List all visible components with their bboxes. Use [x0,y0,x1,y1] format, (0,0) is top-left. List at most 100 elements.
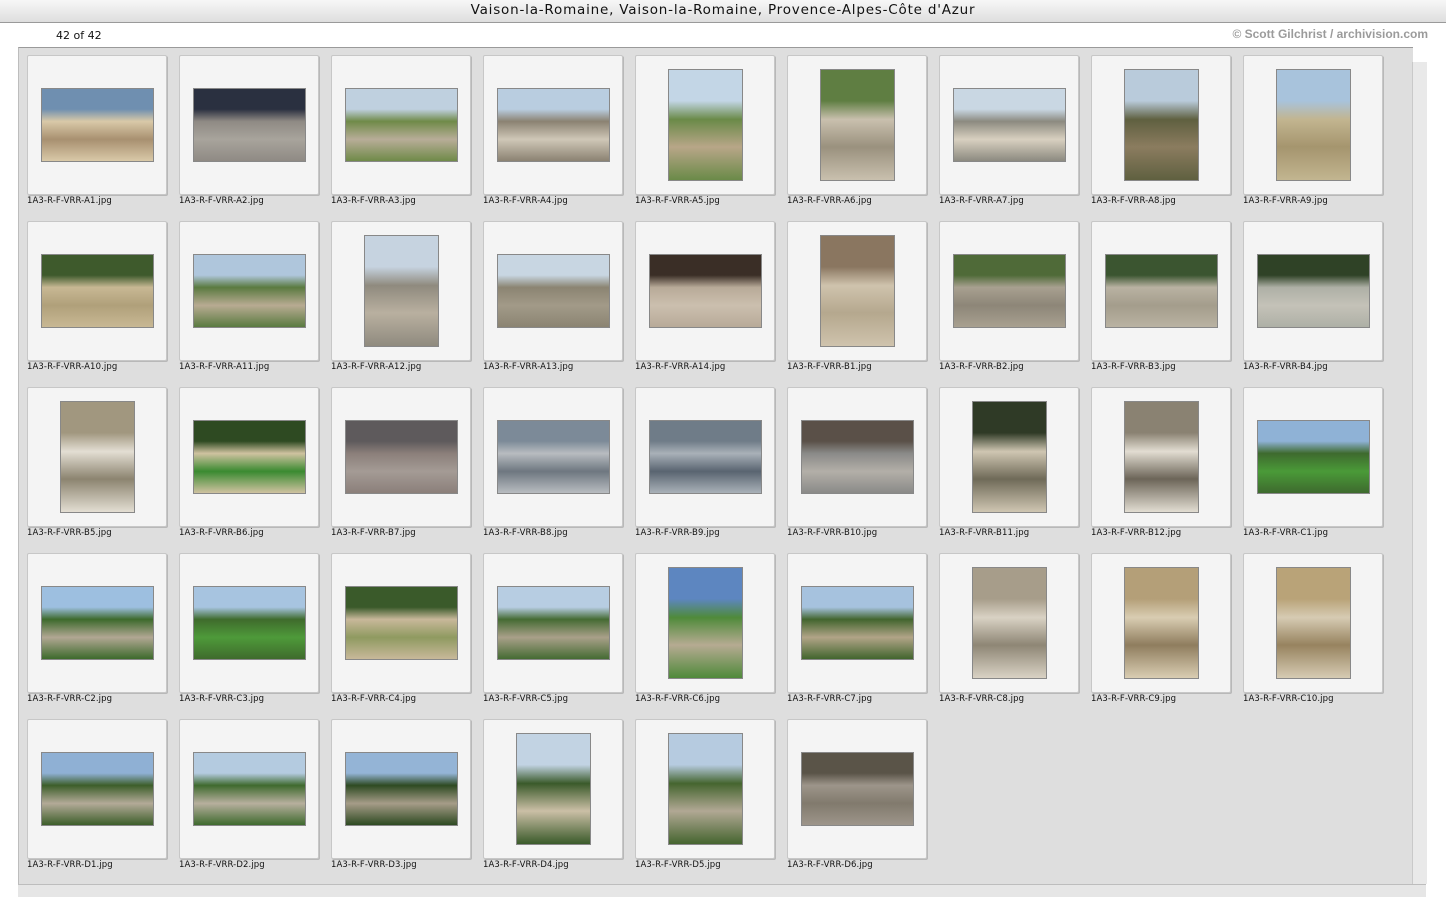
slide-mount[interactable] [635,719,775,859]
thumbnail-item[interactable]: 1A3-R-F-VRR-A12.jpg [331,221,483,387]
slide-mount[interactable] [483,221,623,361]
thumbnail-item[interactable]: 1A3-R-F-VRR-D6.jpg [787,719,939,885]
thumbnail-image[interactable] [41,586,154,660]
slide-mount[interactable] [787,553,927,693]
slide-mount[interactable] [635,221,775,361]
thumbnail-image[interactable] [820,69,895,181]
thumbnail-item[interactable]: 1A3-R-F-VRR-D4.jpg [483,719,635,885]
slide-mount[interactable] [27,221,167,361]
thumbnail-item[interactable]: 1A3-R-F-VRR-B1.jpg [787,221,939,387]
thumbnail-item[interactable]: 1A3-R-F-VRR-C2.jpg [27,553,179,719]
thumbnail-item[interactable]: 1A3-R-F-VRR-C7.jpg [787,553,939,719]
thumbnail-image[interactable] [364,235,439,347]
thumbnail-image[interactable] [972,401,1047,513]
slide-mount[interactable] [1091,387,1231,527]
slide-mount[interactable] [939,387,1079,527]
slide-mount[interactable] [483,55,623,195]
thumbnail-image[interactable] [497,420,610,494]
thumbnail-item[interactable]: 1A3-R-F-VRR-B5.jpg [27,387,179,553]
thumbnail-image[interactable] [41,752,154,826]
thumbnail-item[interactable]: 1A3-R-F-VRR-B4.jpg [1243,221,1395,387]
thumbnail-image[interactable] [1124,69,1199,181]
slide-mount[interactable] [1243,221,1383,361]
thumbnail-item[interactable]: 1A3-R-F-VRR-D5.jpg [635,719,787,885]
slide-mount[interactable] [635,553,775,693]
slide-mount[interactable] [787,55,927,195]
slide-mount[interactable] [331,387,471,527]
thumbnail-item[interactable]: 1A3-R-F-VRR-C3.jpg [179,553,331,719]
slide-mount[interactable] [179,553,319,693]
thumbnail-item[interactable]: 1A3-R-F-VRR-C9.jpg [1091,553,1243,719]
thumbnail-item[interactable]: 1A3-R-F-VRR-A6.jpg [787,55,939,221]
slide-mount[interactable] [179,221,319,361]
thumbnail-image[interactable] [345,420,458,494]
thumbnail-item[interactable]: 1A3-R-F-VRR-B10.jpg [787,387,939,553]
thumbnail-item[interactable]: 1A3-R-F-VRR-D3.jpg [331,719,483,885]
thumbnail-image[interactable] [1124,567,1199,679]
thumbnail-item[interactable]: 1A3-R-F-VRR-C1.jpg [1243,387,1395,553]
thumbnail-image[interactable] [1276,69,1351,181]
thumbnail-image[interactable] [345,88,458,162]
slide-mount[interactable] [787,719,927,859]
thumbnail-image[interactable] [497,88,610,162]
slide-mount[interactable] [939,55,1079,195]
slide-mount[interactable] [483,553,623,693]
thumbnail-item[interactable]: 1A3-R-F-VRR-C5.jpg [483,553,635,719]
thumbnail-image[interactable] [649,420,762,494]
thumbnail-image[interactable] [953,88,1066,162]
slide-mount[interactable] [179,387,319,527]
thumbnail-item[interactable]: 1A3-R-F-VRR-A4.jpg [483,55,635,221]
thumbnail-image[interactable] [193,586,306,660]
thumbnail-image[interactable] [193,752,306,826]
thumbnail-item[interactable]: 1A3-R-F-VRR-B12.jpg [1091,387,1243,553]
slide-mount[interactable] [635,387,775,527]
thumbnail-item[interactable]: 1A3-R-F-VRR-B3.jpg [1091,221,1243,387]
thumbnail-image[interactable] [345,586,458,660]
thumbnail-item[interactable]: 1A3-R-F-VRR-C8.jpg [939,553,1091,719]
slide-mount[interactable] [1091,55,1231,195]
thumbnail-item[interactable]: 1A3-R-F-VRR-A10.jpg [27,221,179,387]
thumbnail-item[interactable]: 1A3-R-F-VRR-A9.jpg [1243,55,1395,221]
thumbnail-item[interactable]: 1A3-R-F-VRR-A8.jpg [1091,55,1243,221]
thumbnail-item[interactable]: 1A3-R-F-VRR-A14.jpg [635,221,787,387]
thumbnail-image[interactable] [801,420,914,494]
thumbnail-image[interactable] [972,567,1047,679]
thumbnail-image[interactable] [193,420,306,494]
thumbnail-image[interactable] [516,733,591,845]
slide-mount[interactable] [635,55,775,195]
thumbnail-image[interactable] [1257,254,1370,328]
thumbnail-item[interactable]: 1A3-R-F-VRR-B8.jpg [483,387,635,553]
thumbnail-image[interactable] [193,88,306,162]
thumbnail-image[interactable] [497,586,610,660]
thumbnail-item[interactable]: 1A3-R-F-VRR-D1.jpg [27,719,179,885]
horizontal-scrollbar[interactable] [18,884,1426,897]
thumbnail-image[interactable] [1124,401,1199,513]
slide-mount[interactable] [179,719,319,859]
thumbnail-image[interactable] [820,235,895,347]
thumbnail-item[interactable]: 1A3-R-F-VRR-A3.jpg [331,55,483,221]
thumbnail-item[interactable]: 1A3-R-F-VRR-A2.jpg [179,55,331,221]
slide-mount[interactable] [27,387,167,527]
thumbnail-item[interactable]: 1A3-R-F-VRR-B11.jpg [939,387,1091,553]
slide-mount[interactable] [483,719,623,859]
thumbnail-item[interactable]: 1A3-R-F-VRR-C10.jpg [1243,553,1395,719]
slide-mount[interactable] [1243,553,1383,693]
thumbnail-image[interactable] [649,254,762,328]
slide-mount[interactable] [331,553,471,693]
slide-mount[interactable] [27,55,167,195]
vertical-scrollbar[interactable] [1412,62,1427,884]
thumbnail-image[interactable] [60,401,135,513]
thumbnail-item[interactable]: 1A3-R-F-VRR-C4.jpg [331,553,483,719]
thumbnail-item[interactable]: 1A3-R-F-VRR-B7.jpg [331,387,483,553]
thumbnail-image[interactable] [497,254,610,328]
slide-mount[interactable] [483,387,623,527]
slide-mount[interactable] [1091,553,1231,693]
thumbnail-item[interactable]: 1A3-R-F-VRR-B6.jpg [179,387,331,553]
thumbnail-image[interactable] [193,254,306,328]
thumbnail-image[interactable] [345,752,458,826]
thumbnail-image[interactable] [801,752,914,826]
slide-mount[interactable] [939,221,1079,361]
thumbnail-image[interactable] [953,254,1066,328]
thumbnail-image[interactable] [801,586,914,660]
thumbnail-item[interactable]: 1A3-R-F-VRR-A11.jpg [179,221,331,387]
